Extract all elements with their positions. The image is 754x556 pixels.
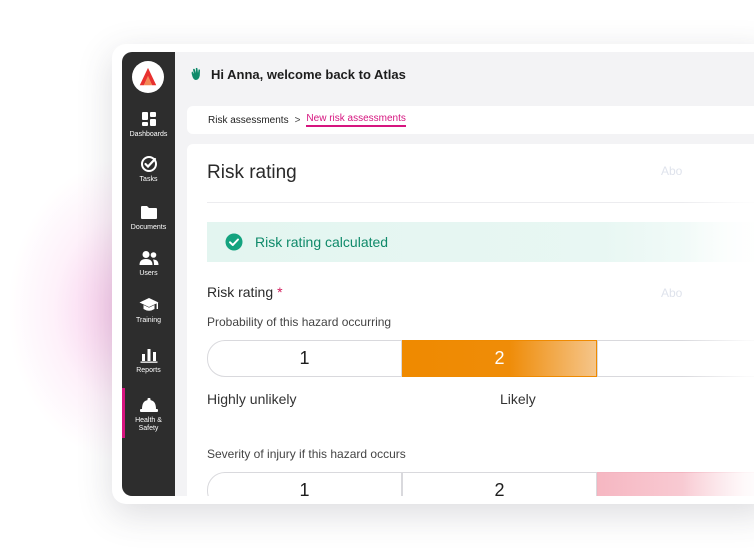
sidebar-item-label: Tasks	[139, 176, 158, 183]
success-alert: Risk rating calculated	[207, 222, 754, 262]
sidebar-item-tasks[interactable]: Tasks	[122, 155, 175, 195]
sidebar-item-users[interactable]: Users	[122, 249, 175, 289]
divider	[207, 202, 754, 203]
breadcrumb-parent[interactable]: Risk assessments	[208, 115, 289, 126]
tasks-icon	[140, 155, 158, 173]
sidebar-item-label: Health & Safety	[135, 417, 162, 432]
probability-scale-mid: Likely	[500, 391, 536, 407]
dashboards-icon	[141, 110, 157, 128]
required-mark: *	[277, 284, 283, 300]
severity-option-1[interactable]: 1	[207, 472, 402, 496]
risk-rating-label-text: Risk rating	[207, 284, 274, 300]
about-link[interactable]: Abo	[661, 164, 682, 178]
atlas-logo[interactable]	[132, 61, 164, 93]
greeting-text: Hi Anna, welcome back to Atlas	[211, 66, 406, 82]
sidebar-item-documents[interactable]: Documents	[122, 203, 175, 243]
sidebar-item-training[interactable]: Training	[122, 296, 175, 336]
sidebar-item-health-safety[interactable]: Health & Safety	[122, 388, 175, 438]
probability-selector: 1 2	[207, 340, 754, 377]
sidebar-item-label: Training	[135, 317, 162, 324]
page-title: Risk rating	[207, 162, 297, 183]
edge-fade	[682, 144, 754, 496]
folder-icon	[140, 203, 158, 221]
risk-rating-label: Risk rating *	[207, 284, 283, 300]
probability-question: Probability of this hazard occurring	[207, 315, 392, 329]
app-window: Dashboards Tasks Documents Users Trainin…	[112, 44, 754, 504]
check-circle-icon	[225, 233, 243, 251]
probability-option-2[interactable]: 2	[402, 340, 597, 377]
about-link-2[interactable]: Abo	[661, 286, 682, 300]
sidebar-item-dashboards[interactable]: Dashboards	[122, 110, 175, 150]
sidebar-item-label: Documents	[130, 224, 167, 231]
sidebar-item-label: Reports	[136, 367, 161, 374]
severity-option-3[interactable]	[597, 472, 754, 496]
severity-question: Severity of injury if this hazard occurs	[207, 447, 406, 461]
sidebar-item-label: Users	[139, 270, 158, 277]
probability-option-1[interactable]: 1	[207, 340, 402, 377]
breadcrumb: Risk assessments > New risk assessments	[187, 106, 754, 134]
risk-rating-panel: Risk rating Abo Risk rating calculated R…	[187, 144, 754, 496]
sidebar-item-reports[interactable]: Reports	[122, 346, 175, 386]
severity-option-2[interactable]: 2	[402, 472, 597, 496]
sidebar: Dashboards Tasks Documents Users Trainin…	[122, 52, 175, 496]
users-icon	[139, 249, 159, 267]
sidebar-item-label: Dashboards	[129, 131, 168, 138]
breadcrumb-separator: >	[294, 114, 301, 126]
top-bar: Hi Anna, welcome back to Atlas	[175, 52, 754, 96]
breadcrumb-current[interactable]: New risk assessments	[306, 113, 406, 127]
probability-option-3[interactable]	[597, 340, 754, 377]
severity-selector: 1 2	[207, 472, 754, 496]
waving-hand-icon	[189, 67, 203, 81]
alert-text: Risk rating calculated	[255, 234, 389, 250]
app-frame: Dashboards Tasks Documents Users Trainin…	[122, 52, 754, 496]
graduation-cap-icon	[139, 296, 159, 314]
hard-hat-icon	[139, 396, 159, 414]
bar-chart-icon	[140, 346, 158, 364]
probability-scale-low: Highly unlikely	[207, 391, 297, 407]
